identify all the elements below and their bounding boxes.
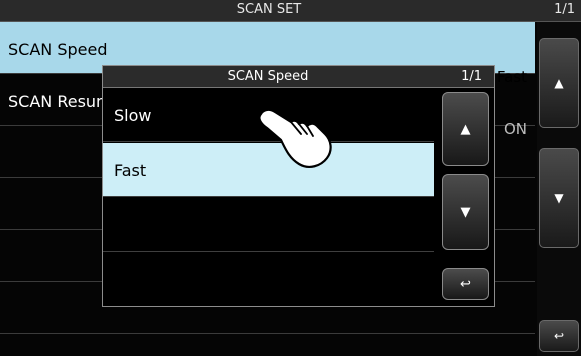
page-title: SCAN SET	[236, 2, 302, 17]
scroll-up-button[interactable]: ▲	[539, 38, 579, 128]
down-arrow-icon: ▼	[460, 204, 471, 220]
scroll-down-button[interactable]: ▼	[539, 148, 579, 248]
back-button[interactable]: ↩	[539, 320, 579, 352]
dialog-back-button[interactable]: ↩	[442, 268, 489, 300]
dialog-scroll-up-button[interactable]: ▲	[442, 92, 489, 166]
option-empty	[103, 253, 434, 306]
tap-hand-icon	[258, 108, 332, 168]
scan-speed-dialog: SCAN Speed 1/1 Slow Fast ▲ ▼ ↩	[102, 65, 495, 307]
dialog-page-indicator: 1/1	[461, 69, 482, 84]
option-empty	[103, 198, 434, 252]
dialog-scroll-down-button[interactable]: ▼	[442, 174, 489, 250]
back-icon: ↩	[460, 276, 471, 292]
back-icon: ↩	[553, 329, 565, 343]
up-arrow-icon: ▲	[460, 121, 471, 137]
scroll-column: ▲ ▼ ↩	[537, 22, 581, 356]
dialog-title-bar: SCAN Speed 1/1	[103, 66, 494, 88]
page-indicator: 1/1	[554, 2, 575, 17]
option-label: Slow	[114, 106, 152, 125]
down-arrow-icon: ▼	[554, 191, 564, 205]
option-label: Fast	[114, 161, 147, 180]
scan-set-screen: SCAN SET 1/1 SCAN Speed Fast SCAN Resume…	[0, 0, 581, 356]
list-item-label: SCAN Speed	[8, 40, 108, 59]
title-bar: SCAN SET 1/1	[0, 0, 581, 22]
up-arrow-icon: ▲	[554, 76, 564, 90]
dialog-title: SCAN Speed	[227, 69, 309, 84]
